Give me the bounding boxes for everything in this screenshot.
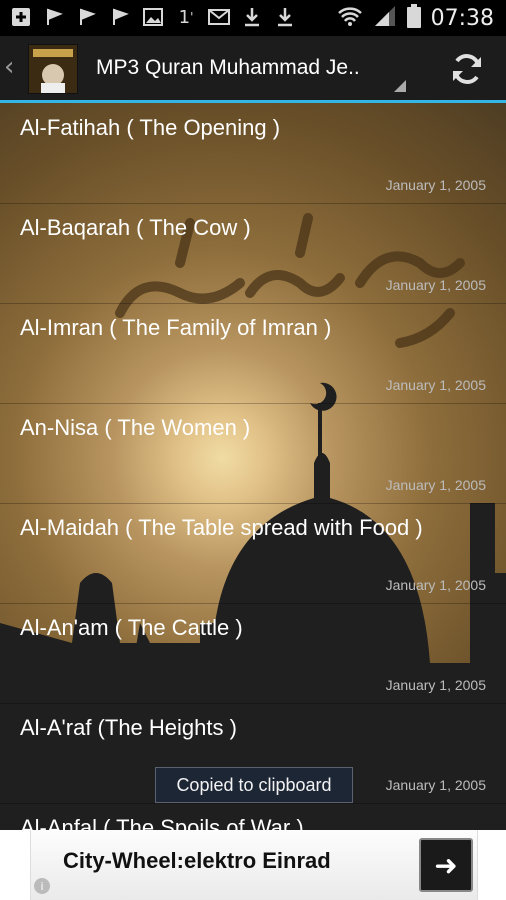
- mail-icon: [208, 6, 230, 28]
- list-item-title: Al-A'raf (The Heights ): [20, 715, 237, 740]
- refresh-icon[interactable]: [448, 50, 486, 88]
- ad-box[interactable]: City-Wheel:elektro Einrad ➜: [30, 830, 478, 900]
- list-item[interactable]: Al-An'am ( The Cattle ) January 1, 2005: [0, 603, 506, 704]
- signal-icon: [373, 5, 397, 32]
- list-item-date: January 1, 2005: [385, 377, 486, 393]
- arrow-right-icon[interactable]: ➜: [419, 838, 473, 892]
- battery-icon: [406, 4, 421, 33]
- flag-icon: [76, 6, 98, 28]
- list-item-date: January 1, 2005: [385, 277, 486, 293]
- flag-icon: [43, 6, 65, 28]
- list-item-title: Al-Fatihah ( The Opening ): [20, 115, 281, 140]
- list-item-date: January 1, 2005: [385, 477, 486, 493]
- status-bar: 1 ' 07:38: [0, 0, 506, 36]
- image-icon: [142, 6, 164, 28]
- toast: Copied to clipboard: [155, 767, 353, 803]
- app-title[interactable]: MP3 Quran Muhammad Je..: [96, 56, 360, 80]
- number-label: 1: [178, 6, 191, 28]
- info-icon[interactable]: i: [34, 878, 50, 894]
- dropdown-indicator-icon: [394, 80, 406, 92]
- list-item-date: January 1, 2005: [385, 577, 486, 593]
- ad-banner[interactable]: City-Wheel:elektro Einrad ➜: [0, 830, 506, 900]
- list-item[interactable]: Al-Fatihah ( The Opening ) January 1, 20…: [0, 103, 506, 204]
- usb-icon: 1 ': [178, 6, 194, 28]
- list-item-title: Al-Baqarah ( The Cow ): [20, 215, 251, 240]
- list-item-title: Al-Imran ( The Family of Imran ): [20, 315, 332, 340]
- list-item-date: January 1, 2005: [385, 777, 486, 793]
- list-item[interactable]: An-Nisa ( The Women ) January 1, 2005: [0, 403, 506, 504]
- ad-text[interactable]: City-Wheel:elektro Einrad: [63, 848, 331, 874]
- surah-list[interactable]: Al-Fatihah ( The Opening ) January 1, 20…: [0, 103, 506, 830]
- list-item-date: January 1, 2005: [385, 177, 486, 193]
- list-item[interactable]: Al-Baqarah ( The Cow ) January 1, 2005: [0, 203, 506, 304]
- list-item[interactable]: Al-Maidah ( The Table spread with Food )…: [0, 503, 506, 604]
- add-icon: [10, 6, 32, 28]
- wifi-icon: [337, 5, 363, 32]
- list-item-title: Al-Anfal ( The Spoils of War ): [20, 815, 304, 830]
- list-item[interactable]: Al-Imran ( The Family of Imran ) January…: [0, 303, 506, 404]
- flag-icon: [109, 6, 131, 28]
- app-icon[interactable]: [28, 44, 78, 94]
- clock: 07:38: [430, 6, 494, 31]
- list-item-date: January 1, 2005: [385, 677, 486, 693]
- list-item[interactable]: Al-Anfal ( The Spoils of War ): [0, 803, 506, 830]
- download-icon: [274, 6, 296, 28]
- list-item-title: Al-Maidah ( The Table spread with Food ): [20, 515, 423, 540]
- list-item-title: An-Nisa ( The Women ): [20, 415, 251, 440]
- chevron-left-icon[interactable]: ‹: [4, 52, 14, 82]
- download-icon: [241, 6, 263, 28]
- list-item-title: Al-An'am ( The Cattle ): [20, 615, 243, 640]
